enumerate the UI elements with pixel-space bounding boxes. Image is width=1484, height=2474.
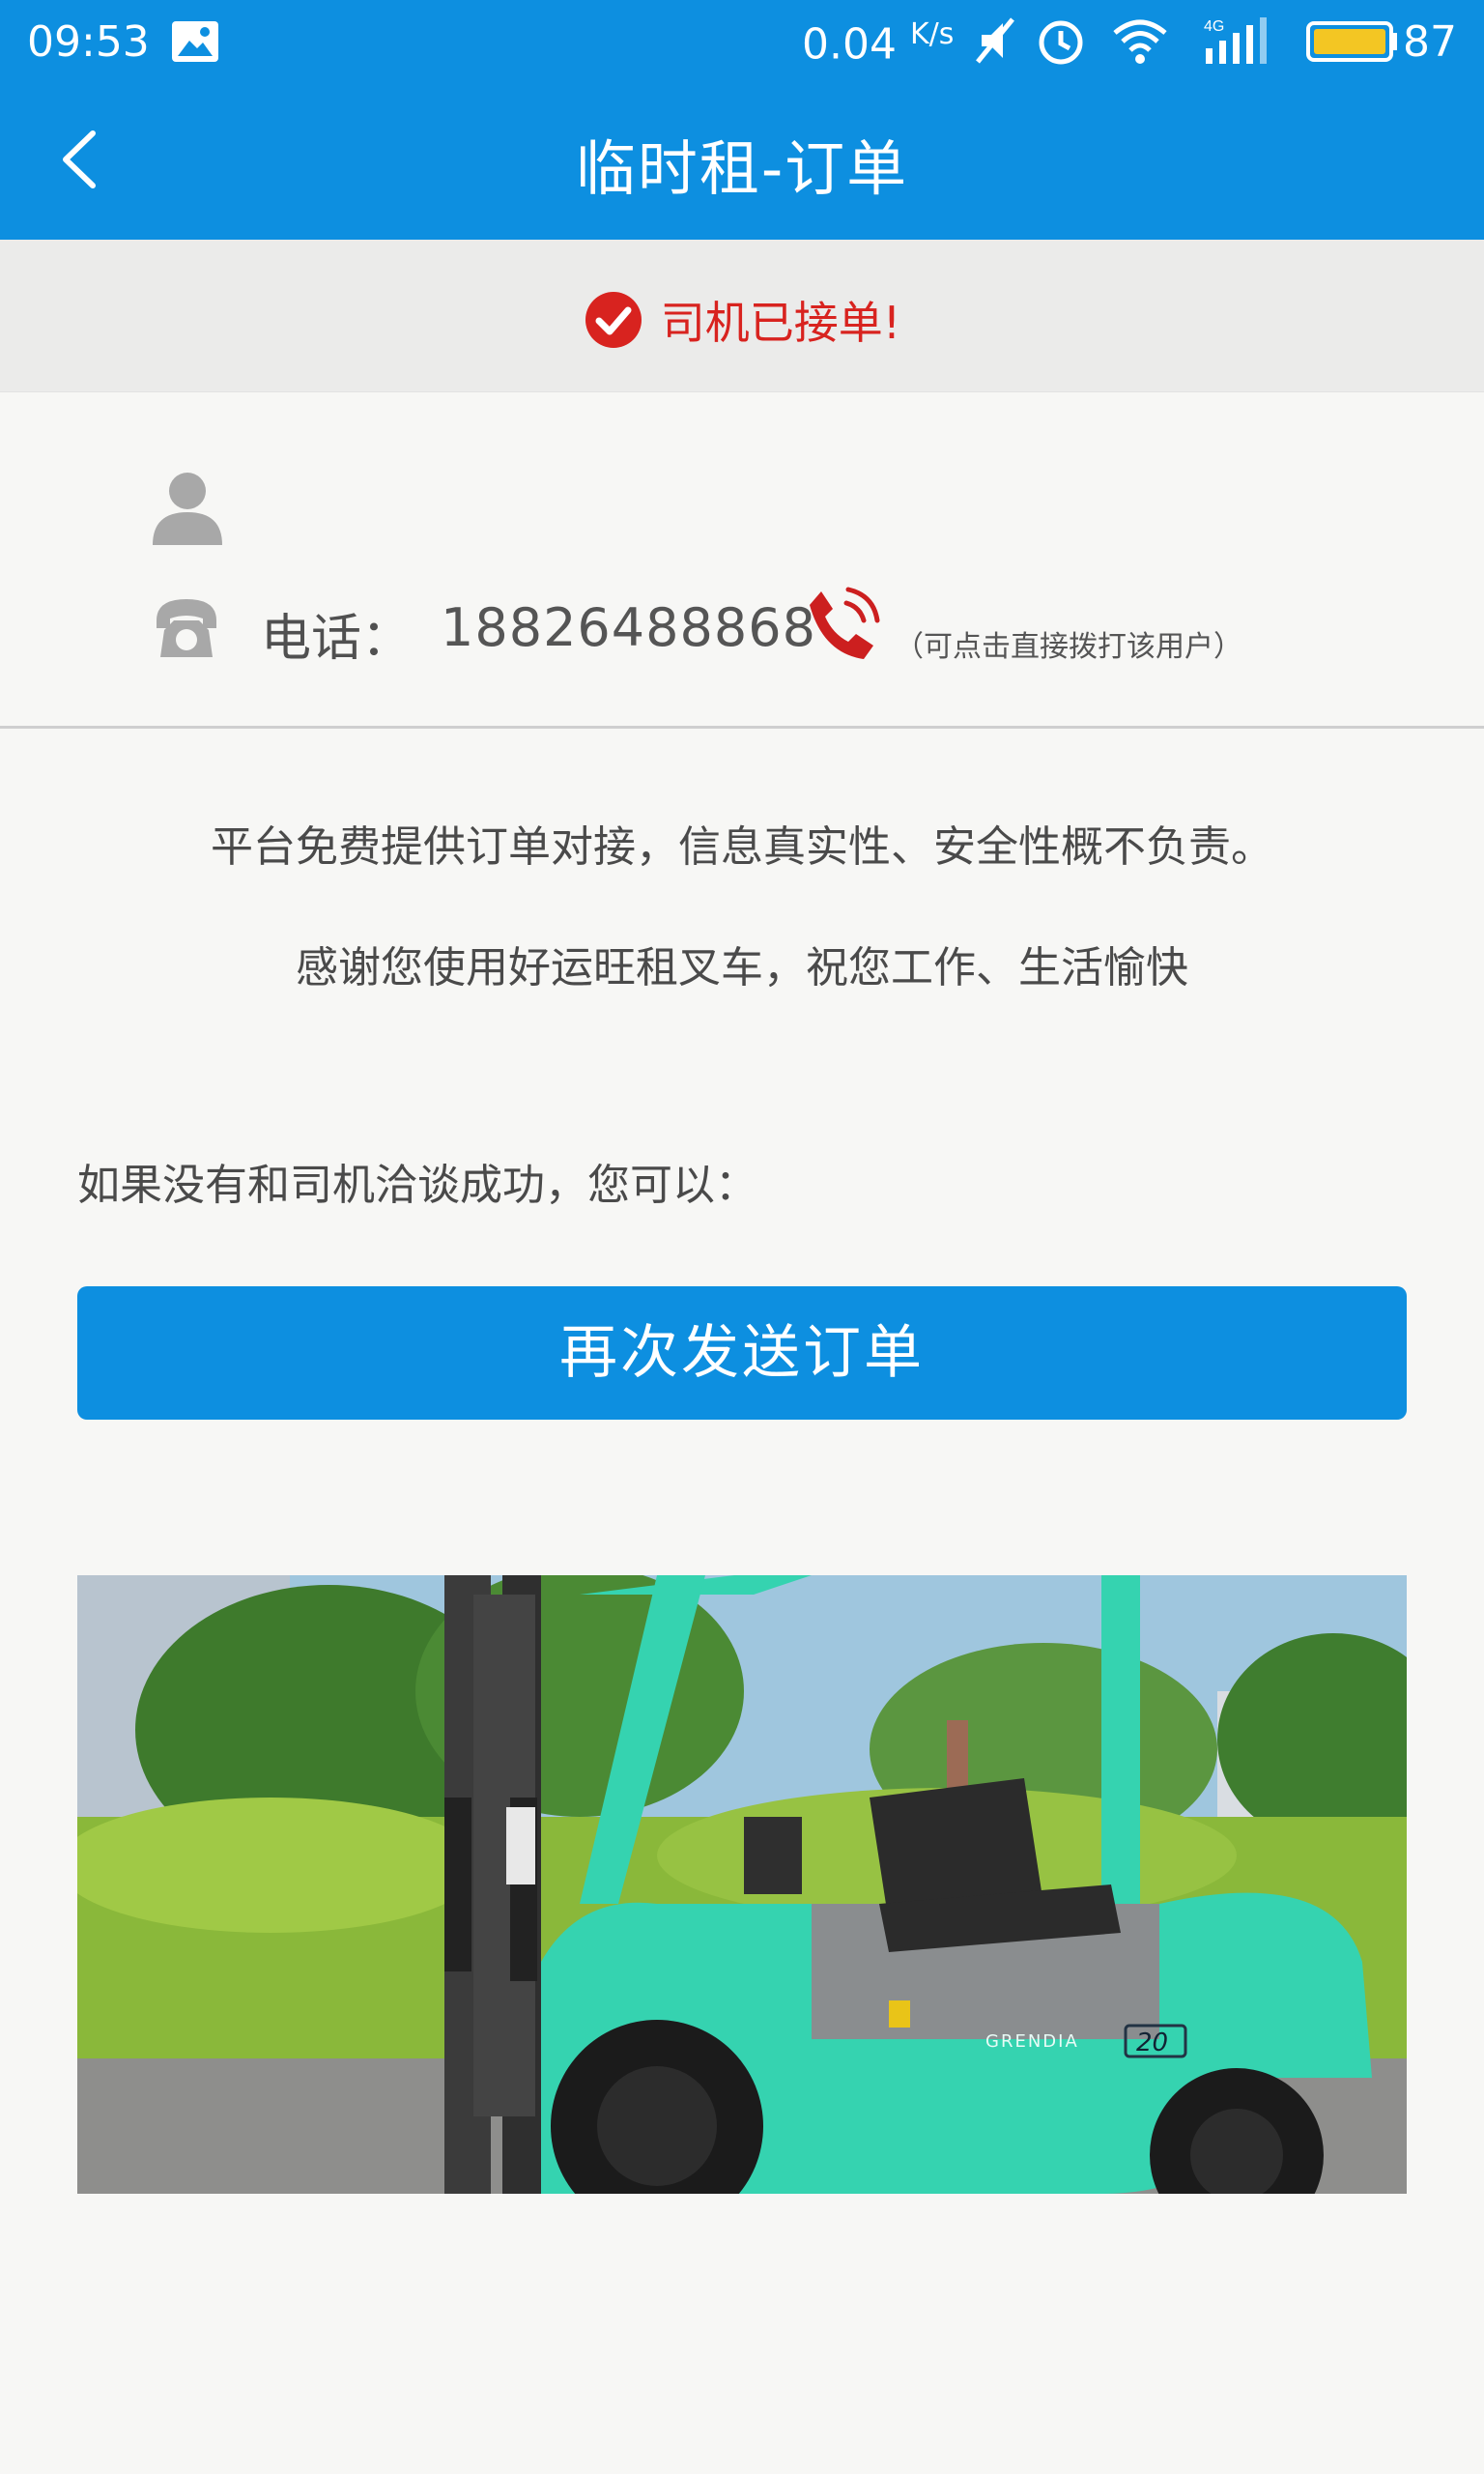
status-bar: 09:53 0.04 K/s 4G 87 (0, 0, 1484, 85)
telephone-icon (157, 599, 216, 657)
phone-call-icon[interactable] (802, 582, 883, 663)
driver-info: 电话： 18826488868 （可点击直接拨打该用户） (0, 392, 1484, 729)
network-speed-value: 0.04 (802, 19, 897, 70)
signal-4g-icon: 4G (1204, 17, 1267, 64)
accepted-message: 司机已接单! (660, 297, 901, 349)
title-bar: 临时租-订单 (0, 97, 1484, 222)
forklift-model: 20 (1136, 2028, 1168, 2057)
forklift-photo: GRENDIA 20 (77, 1575, 1407, 2194)
network-speed-unit: K/s (909, 17, 955, 51)
image-icon (172, 21, 218, 62)
page-title: 临时租-订单 (575, 133, 909, 204)
wifi-icon (1113, 19, 1167, 64)
call-hint: （可点击直接拨打该用户） (895, 630, 1242, 664)
fallback-prompt: 如果没有和司机洽谈成功，您可以： (77, 1161, 757, 1210)
battery-icon (1306, 21, 1397, 62)
thanks-text: 感谢您使用好运旺租叉车，祝您工作、生活愉快 (296, 943, 1188, 992)
status-time: 09:53 (27, 17, 150, 67)
disclaimer-text: 平台免费提供订单对接，信息真实性、安全性概不负责。 (211, 822, 1273, 872)
status-banner: 司机已接单! (0, 240, 1484, 392)
alarm-icon (1039, 20, 1083, 65)
battery-level: 87 (1403, 17, 1457, 67)
forklift-illustration: GRENDIA 20 (77, 1575, 1407, 2194)
user-icon (153, 473, 222, 545)
mute-icon (976, 17, 1014, 64)
check-circle-icon (585, 292, 642, 348)
forklift-badge: GRENDIA (985, 2031, 1079, 2052)
phone-number[interactable]: 18826488868 (441, 597, 816, 658)
resend-order-button[interactable]: 再次发送订单 (77, 1286, 1407, 1420)
network-speed: 0.04 K/s (802, 17, 954, 70)
phone-label: 电话： (261, 610, 413, 668)
svg-text:4G: 4G (1204, 18, 1224, 35)
app-header: 09:53 0.04 K/s 4G 87 临时租-订单 (0, 0, 1484, 240)
